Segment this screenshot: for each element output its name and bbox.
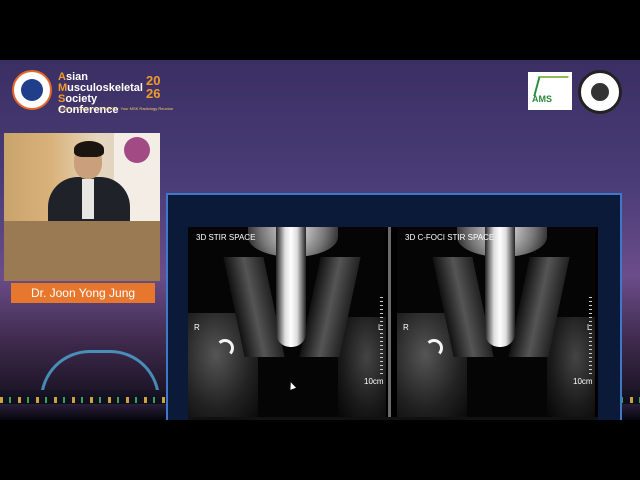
ams-logo-icon [533,76,569,96]
ams-partner-logo: AMS [528,72,572,110]
mri-image-3d-c-foci-stir-space: 3D C-FOCI STIR SPACE R L 10cm [397,227,595,417]
conference-name-line-3: ociety Conference [58,93,119,116]
spinal-cord-anatomy [485,227,515,347]
conference-logo: Asian Musculoskeletal Society Conference… [12,70,174,116]
mri-image-3d-stir-space: 3D STIR SPACE R L 10cm [188,227,386,417]
mri-divider [388,227,391,420]
mri-comparison-video[interactable]: 3D STIR SPACE R L 10cm 3D C-FOCI STIR SP… [188,227,598,420]
video-stage: Asian Musculoskeletal Society Conference… [0,60,640,420]
conference-emblem-icon [12,70,52,110]
humeral-head-anatomy [425,339,443,357]
conference-tagline: LEARN · CONNECT · ADVANCE · Your MSK Rad… [58,106,174,111]
conference-year-bottom: 26 [146,86,161,101]
speaker-hair [74,141,104,157]
spinal-cord-anatomy [276,227,306,347]
shoulder-right-anatomy [338,317,386,417]
mri-right-label: 3D C-FOCI STIR SPACE [405,233,495,242]
presentation-slide: 3D STIR SPACE R L 10cm 3D C-FOCI STIR SP… [166,193,622,420]
ams-logo-text: AMS [532,94,552,104]
runner-icon [21,79,43,101]
conference-year: 20 26 [146,74,160,100]
mri-left-scale-label: 10cm [364,377,384,386]
mri-left-side-r: R [194,323,200,332]
humeral-head-anatomy [216,339,234,357]
kssr-partner-logo [578,70,622,114]
speaker-shirt [82,179,94,219]
lectern [4,221,160,281]
mri-right-scale-bar [589,297,592,377]
speaker-video [4,133,160,281]
video-controls: ◀) [188,417,598,420]
poster-logo-icon [124,137,150,163]
mri-right-side-r: R [403,323,409,332]
mri-left-label: 3D STIR SPACE [196,233,256,242]
speaker-name-label: Dr. Joon Yong Jung [11,283,155,303]
mri-right-scale-label: 10cm [573,377,593,386]
kssr-emblem-icon [591,83,609,101]
volume-icon[interactable]: ◀) [580,419,589,420]
mri-left-scale-bar [380,297,383,377]
shoulder-right-anatomy [547,317,595,417]
